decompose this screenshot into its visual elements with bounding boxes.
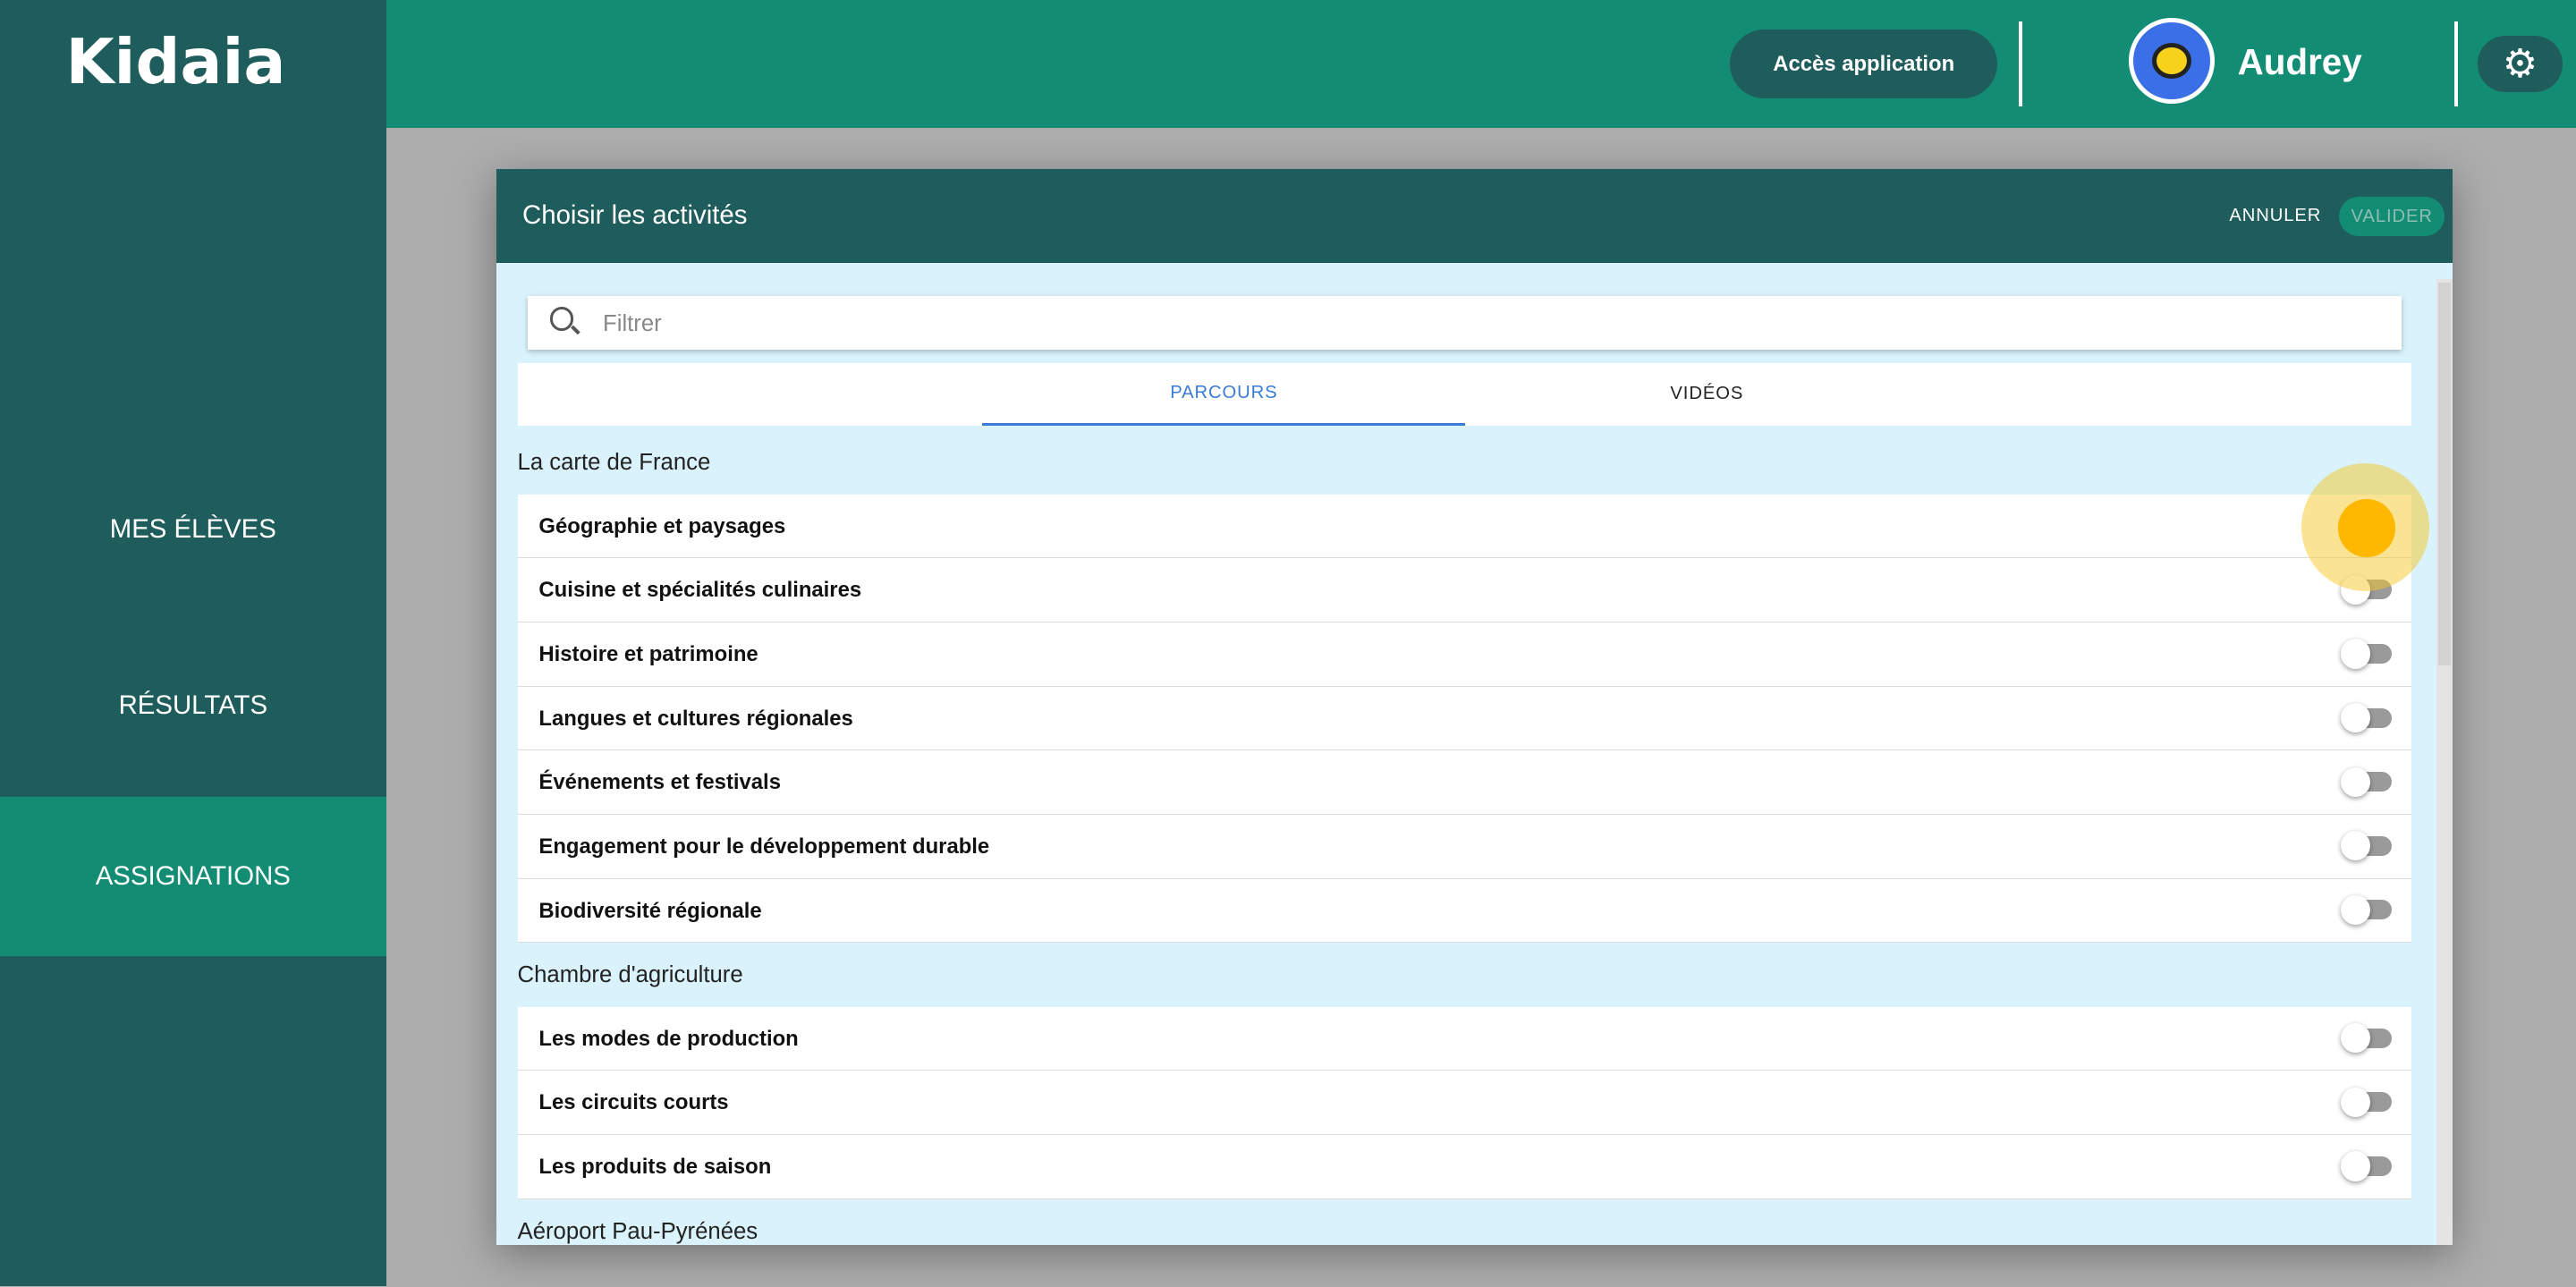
tab-parcours[interactable]: PARCOURS [982, 363, 1466, 426]
list-item: Événements et festivals [517, 750, 2412, 815]
section-title: La carte de France [517, 450, 711, 476]
list-item: Langues et cultures régionales [517, 686, 2412, 751]
kidaia-logo[interactable]: Kidaia [65, 26, 285, 98]
list-item: Les modes de production [517, 1006, 2412, 1071]
gear-icon[interactable]: ⚙ [2477, 36, 2563, 92]
filter-input[interactable] [599, 295, 2381, 353]
activity-toggle[interactable] [2341, 1087, 2393, 1117]
activity-toggle[interactable] [2341, 639, 2393, 669]
scrollbar[interactable] [2436, 279, 2453, 1246]
activity-toggle[interactable] [2341, 1151, 2393, 1181]
activity-toggle[interactable] [2341, 1023, 2393, 1054]
tab-videos[interactable]: VIDÉOS [1465, 363, 1948, 426]
sidebar-item-mes-eleves[interactable]: MES ÉLÈVES [0, 450, 386, 609]
list-item: Biodiversité régionale [517, 878, 2412, 944]
activity-toggle[interactable] [2341, 703, 2393, 733]
activity-list: La carte de France Géographie et paysages… [517, 430, 2412, 1245]
activity-label: Les circuits courts [538, 1090, 729, 1115]
list-item: Les circuits courts [517, 1071, 2412, 1136]
acces-application-button[interactable]: Accès application [1730, 30, 1998, 99]
tabs: PARCOURS VIDÉOS [517, 362, 2412, 426]
activity-label: Histoire et patrimoine [538, 642, 758, 667]
list-item: Géographie et paysages [517, 494, 2412, 559]
choose-activities-dialog: Choisir les activités ANNULER VALIDER PA… [496, 169, 2453, 1246]
scrollbar-thumb[interactable] [2437, 282, 2452, 665]
activity-label: Cuisine et spécialités culinaires [538, 578, 862, 603]
sidebar-item-resultats[interactable]: RÉSULTATS [0, 626, 386, 785]
cancel-button[interactable]: ANNULER [2229, 206, 2321, 226]
search-icon [550, 307, 574, 331]
activity-label: Événements et festivals [538, 770, 781, 795]
top-bar: Accès application Audrey ⚙ [386, 0, 2576, 129]
section-title: Chambre d'agriculture [517, 962, 743, 988]
activity-label: Les modes de production [538, 1026, 799, 1051]
list-item: Cuisine et spécialités culinaires [517, 558, 2412, 623]
user-name[interactable]: Audrey [2238, 41, 2362, 83]
sidebar: Kidaia MES ÉLÈVES RÉSULTATS ASSIGNATIONS [0, 0, 386, 1287]
dialog-header: Choisir les activités ANNULER VALIDER [496, 169, 2453, 263]
activity-label: Langues et cultures régionales [538, 706, 853, 731]
filter-box [527, 295, 2402, 353]
list-item: Les produits de saison [517, 1135, 2412, 1199]
sidebar-item-assignations[interactable]: ASSIGNATIONS [0, 796, 386, 956]
activity-toggle[interactable] [2341, 766, 2393, 797]
avatar[interactable] [2129, 18, 2215, 104]
section-title: Aéroport Pau-Pyrénées [517, 1218, 758, 1244]
click-indicator [2301, 462, 2430, 592]
dialog-title: Choisir les activités [522, 200, 748, 231]
activity-toggle[interactable] [2341, 831, 2393, 861]
list-item: Engagement pour le développement durable [517, 814, 2412, 879]
activity-label: Géographie et paysages [538, 513, 786, 538]
validate-button[interactable]: VALIDER [2339, 197, 2445, 237]
divider [2454, 21, 2458, 107]
list-item: Histoire et patrimoine [517, 622, 2412, 687]
divider [2019, 21, 2022, 107]
activity-label: Engagement pour le développement durable [538, 834, 990, 859]
activity-toggle[interactable] [2341, 894, 2393, 925]
bee-icon [2152, 42, 2192, 80]
activity-label: Biodiversité régionale [538, 898, 762, 923]
activity-label: Les produits de saison [538, 1155, 772, 1180]
